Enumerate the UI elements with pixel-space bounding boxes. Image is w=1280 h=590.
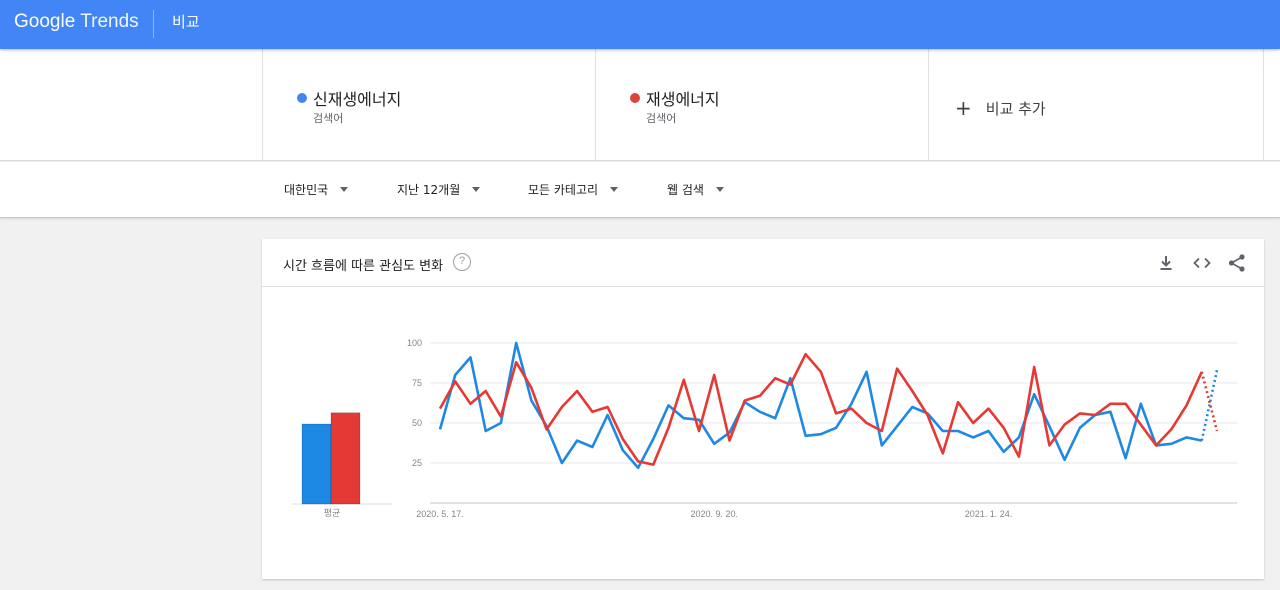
period-filter[interactable]: 지난 12개월 [397, 181, 481, 198]
card-header: 시간 흐름에 따른 관심도 변화 ? [262, 239, 1264, 287]
add-term-label: 비교 추가 [985, 99, 1046, 118]
chevron-down-icon [610, 187, 619, 192]
x-tick-label: 2020. 5. 17. [416, 509, 464, 519]
term-1-name: 신재생에너지 [313, 90, 402, 109]
avg-category-label: 평균 [324, 508, 341, 518]
series-line-2[interactable] [438, 352, 1203, 466]
add-term-card[interactable]: + 비교 추가 [928, 49, 1264, 161]
compare-terms-row: 신재생에너지 검색어 재생에너지 검색어 + 비교 추가 [0, 49, 1280, 161]
add-term-button[interactable]: + 비교 추가 [955, 96, 1046, 120]
region-filter[interactable]: 대한민국 [284, 181, 349, 198]
chevron-down-icon [340, 187, 349, 192]
card-title: 시간 흐름에 따른 관심도 변화 [283, 259, 444, 274]
term-card-2[interactable]: 재생에너지 검색어 [595, 49, 929, 161]
term-2-name: 재생에너지 [646, 90, 720, 109]
term-1-type: 검색어 [313, 112, 344, 125]
chevron-down-icon [472, 187, 481, 192]
top-app-bar: Google Trends 비교 [0, 0, 1280, 49]
y-tick-label: 25 [412, 458, 422, 468]
term-1-name-row: 신재생에너지 [297, 86, 402, 110]
chevron-down-icon [715, 187, 724, 192]
embed-icon[interactable] [1192, 253, 1212, 273]
region-filter-label: 대한민국 [284, 183, 329, 197]
avg-bar-2[interactable] [330, 412, 361, 505]
x-tick-label: 2021. 1. 24. [965, 509, 1013, 519]
y-tick-label: 50 [412, 418, 422, 428]
category-filter[interactable]: 모든 카테고리 [528, 181, 619, 198]
help-icon[interactable]: ? [453, 253, 471, 271]
series-partial-segment-1 [1200, 369, 1219, 441]
category-filter-label: 모든 카테고리 [528, 183, 599, 197]
download-icon[interactable] [1156, 253, 1176, 273]
avg-bar-1[interactable] [301, 423, 332, 505]
term-1-color-dot [297, 93, 307, 103]
term-2-color-dot [630, 93, 640, 103]
logo-trends-text: Trends [80, 11, 139, 32]
google-trends-logo[interactable]: Google Trends [14, 11, 139, 33]
x-tick-label: 2020. 9. 20. [690, 509, 738, 519]
term-card-1[interactable]: 신재생에너지 검색어 [262, 49, 596, 161]
header-divider [153, 10, 154, 38]
average-bar-chart: 평균 [292, 412, 392, 518]
interest-line-chart: 25 50 75 100 2020. 5. 17. 2020. 9. 20. 2021. … [407, 338, 1237, 519]
y-tick-label: 75 [412, 378, 422, 388]
logo-google-text: Google [14, 11, 76, 32]
plus-icon: + [955, 96, 972, 120]
filters-row: 대한민국 지난 12개월 모든 카테고리 웹 검색 [0, 162, 1280, 218]
term-2-type: 검색어 [646, 112, 677, 125]
interest-over-time-card: 시간 흐름에 따른 관심도 변화 ? 평균 25 50 75 100 2020. 5.… [262, 239, 1264, 579]
search-type-filter-label: 웹 검색 [667, 183, 704, 197]
term-2-name-row: 재생에너지 [630, 86, 720, 110]
series-line-1[interactable] [438, 341, 1203, 470]
search-type-filter[interactable]: 웹 검색 [667, 181, 724, 198]
share-icon[interactable] [1227, 253, 1247, 273]
y-tick-label: 100 [407, 338, 422, 348]
page-title: 비교 [172, 13, 200, 31]
period-filter-label: 지난 12개월 [397, 183, 461, 197]
